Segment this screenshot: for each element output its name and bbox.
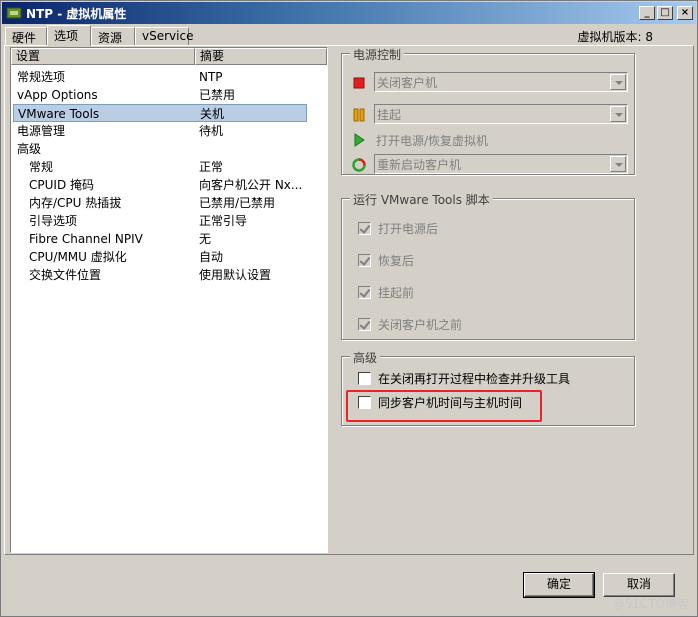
list-header: 设置 摘要: [11, 48, 327, 65]
list-row-advanced[interactable]: 高级: [13, 140, 307, 158]
list-row-cpuid-mask[interactable]: CPUID 掩码 向客户机公开 Nx...: [13, 176, 307, 194]
power-off-select[interactable]: 关闭客户机: [374, 72, 628, 92]
column-header-summary[interactable]: 摘要: [195, 48, 327, 65]
before-suspend-checkbox[interactable]: [358, 286, 371, 299]
check-upgrade-checkbox[interactable]: [358, 372, 371, 385]
row-summary: 正常引导: [199, 214, 248, 228]
row-setting: 内存/CPU 热插拔: [29, 196, 122, 210]
list-row-vmware-tools[interactable]: VMware Tools 关机: [13, 104, 307, 122]
row-summary: 已禁用/已禁用: [199, 196, 276, 210]
restart-select[interactable]: 重新启动客户机: [374, 154, 628, 174]
after-power-on-label: 打开电源后: [378, 222, 439, 236]
tab-resources[interactable]: 资源: [91, 27, 135, 45]
after-power-on-checkbox[interactable]: [358, 222, 371, 235]
row-setting: CPU/MMU 虚拟化: [29, 250, 127, 264]
group-title: 高级: [350, 349, 381, 366]
column-header-setting[interactable]: 设置: [11, 48, 195, 65]
pause-icon: [353, 108, 365, 122]
minimize-button[interactable]: _: [639, 6, 655, 20]
row-summary: 正常: [199, 160, 224, 174]
watermark: @51CTO博客: [612, 597, 689, 611]
row-setting: CPUID 掩码: [29, 178, 94, 192]
close-icon: ×: [680, 7, 690, 18]
select-value: 重新启动客户机: [377, 158, 462, 172]
highlight-annotation: [346, 390, 542, 422]
vm-properties-window: NTP - 虚拟机属性 _ □ × 硬件 选项 资源 vService 虚拟机版…: [0, 0, 698, 617]
vm-version: 虚拟机版本: 8: [577, 30, 654, 44]
check-upgrade-label: 在关闭再打开过程中检查并升级工具: [378, 372, 571, 386]
row-summary: 已禁用: [199, 88, 236, 102]
row-summary: 使用默认设置: [199, 268, 272, 282]
row-summary: 向客户机公开 Nx...: [199, 178, 303, 192]
list-row-hotplug[interactable]: 内存/CPU 热插拔 已禁用/已禁用: [13, 194, 307, 212]
row-summary: NTP: [199, 70, 223, 84]
window-title: NTP - 虚拟机属性: [26, 7, 127, 21]
title-bar[interactable]: NTP - 虚拟机属性 _ □ ×: [2, 2, 696, 24]
tab-hardware[interactable]: 硬件: [5, 27, 47, 45]
list-row-npiv[interactable]: Fibre Channel NPIV 无: [13, 230, 307, 248]
close-button[interactable]: ×: [677, 6, 693, 20]
restart-icon: [352, 158, 366, 172]
list-row-boot[interactable]: 引导选项 正常引导: [13, 212, 307, 230]
power-on-label: 打开电源/恢复虚拟机: [376, 134, 489, 148]
row-setting: 高级: [17, 142, 42, 156]
row-setting: 常规: [29, 160, 54, 174]
row-setting: 交换文件位置: [29, 268, 102, 282]
after-resume-checkbox[interactable]: [358, 254, 371, 267]
list-row-power-mgmt[interactable]: 电源管理 待机: [13, 122, 307, 140]
before-shutdown-checkbox[interactable]: [358, 318, 371, 331]
power-controls-group: 电源控制 关闭客户机 挂起 打开电源/恢复虚拟机 重新启动客户机: [341, 46, 635, 175]
play-icon: [354, 133, 365, 147]
minimize-icon: _: [644, 7, 650, 18]
before-shutdown-label: 关闭客户机之前: [378, 318, 463, 332]
vm-icon: [6, 7, 22, 19]
suspend-select[interactable]: 挂起: [374, 104, 628, 124]
row-summary: 关机: [200, 107, 225, 121]
row-setting: Fibre Channel NPIV: [29, 232, 143, 246]
select-value: 挂起: [377, 108, 402, 122]
run-scripts-group: 运行 VMware Tools 脚本 打开电源后 恢复后 挂起前 关闭客户机之前: [341, 191, 635, 340]
options-panel: 设置 摘要 常规选项 NTP vApp Options 已禁用 VMware T…: [4, 45, 694, 555]
cancel-button[interactable]: 取消: [603, 573, 675, 597]
tab-options[interactable]: 选项: [47, 25, 91, 46]
settings-list[interactable]: 设置 摘要 常规选项 NTP vApp Options 已禁用 VMware T…: [10, 47, 328, 553]
after-resume-label: 恢复后: [378, 254, 415, 268]
maximize-icon: □: [660, 7, 670, 18]
row-setting: vApp Options: [17, 88, 98, 102]
list-row-cpu-mmu[interactable]: CPU/MMU 虚拟化 自动: [13, 248, 307, 266]
row-setting: VMware Tools: [18, 107, 100, 121]
list-row-general[interactable]: 常规选项 NTP: [13, 68, 307, 86]
group-title: 运行 VMware Tools 脚本: [350, 191, 493, 208]
ok-button[interactable]: 确定: [523, 572, 595, 598]
list-row-adv-general[interactable]: 常规 正常: [13, 158, 307, 176]
group-title: 电源控制: [350, 46, 405, 63]
chevron-down-icon: [610, 74, 626, 90]
chevron-down-icon: [610, 106, 626, 122]
stop-icon: [353, 77, 365, 89]
row-summary: 待机: [199, 124, 224, 138]
before-suspend-label: 挂起前: [378, 286, 415, 300]
row-setting: 引导选项: [29, 214, 78, 228]
chevron-down-icon: [610, 156, 626, 172]
row-summary: 自动: [199, 250, 224, 264]
list-row-vapp[interactable]: vApp Options 已禁用: [13, 86, 307, 104]
row-setting: 电源管理: [17, 124, 66, 138]
list-row-swapfile[interactable]: 交换文件位置 使用默认设置: [13, 266, 307, 284]
select-value: 关闭客户机: [377, 76, 438, 90]
tab-vservice[interactable]: vService: [135, 27, 193, 45]
maximize-button[interactable]: □: [657, 6, 673, 20]
row-summary: 无: [199, 232, 212, 246]
row-setting: 常规选项: [17, 70, 66, 84]
